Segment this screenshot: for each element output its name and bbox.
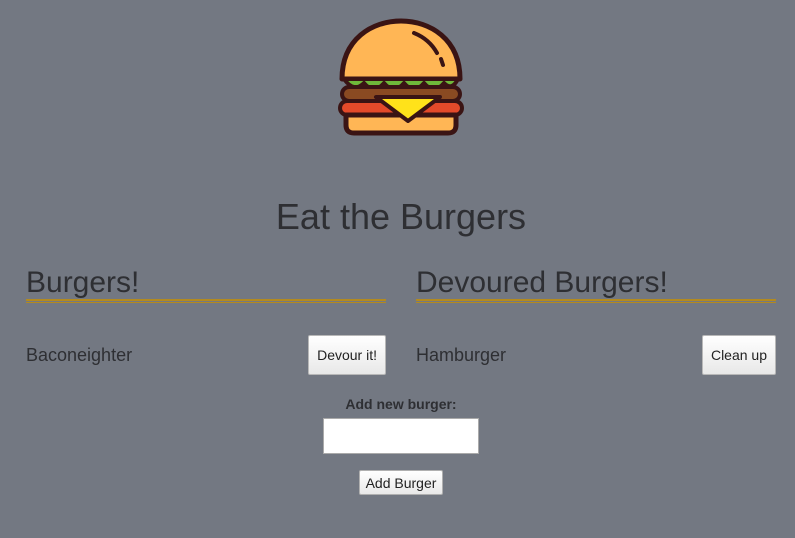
page: Eat the Burgers Burgers! Baconeighter De… [0, 0, 795, 538]
add-burger-form: Add new burger: Add Burger [0, 395, 795, 495]
burger-name: Baconeighter [26, 345, 133, 365]
devoured-column: Devoured Burgers! Hamburger Clean up [416, 264, 776, 375]
burgers-heading: Burgers! [26, 266, 140, 299]
devoured-heading: Devoured Burgers! [416, 266, 668, 299]
devour-button[interactable]: Devour it! [308, 335, 386, 375]
burger-name-input[interactable] [323, 418, 479, 454]
add-burger-button[interactable]: Add Burger [358, 470, 444, 495]
list-item: Hamburger Clean up [416, 335, 776, 375]
burger-icon [338, 18, 464, 136]
burgers-column: Burgers! Baconeighter Devour it! [26, 264, 386, 375]
clean-up-button[interactable]: Clean up [701, 335, 776, 375]
list-item: Baconeighter Devour it! [26, 335, 386, 375]
burger-name: Hamburger [416, 345, 507, 365]
page-title: Eat the Burgers [275, 196, 527, 237]
add-burger-label: Add new burger: [345, 396, 457, 412]
